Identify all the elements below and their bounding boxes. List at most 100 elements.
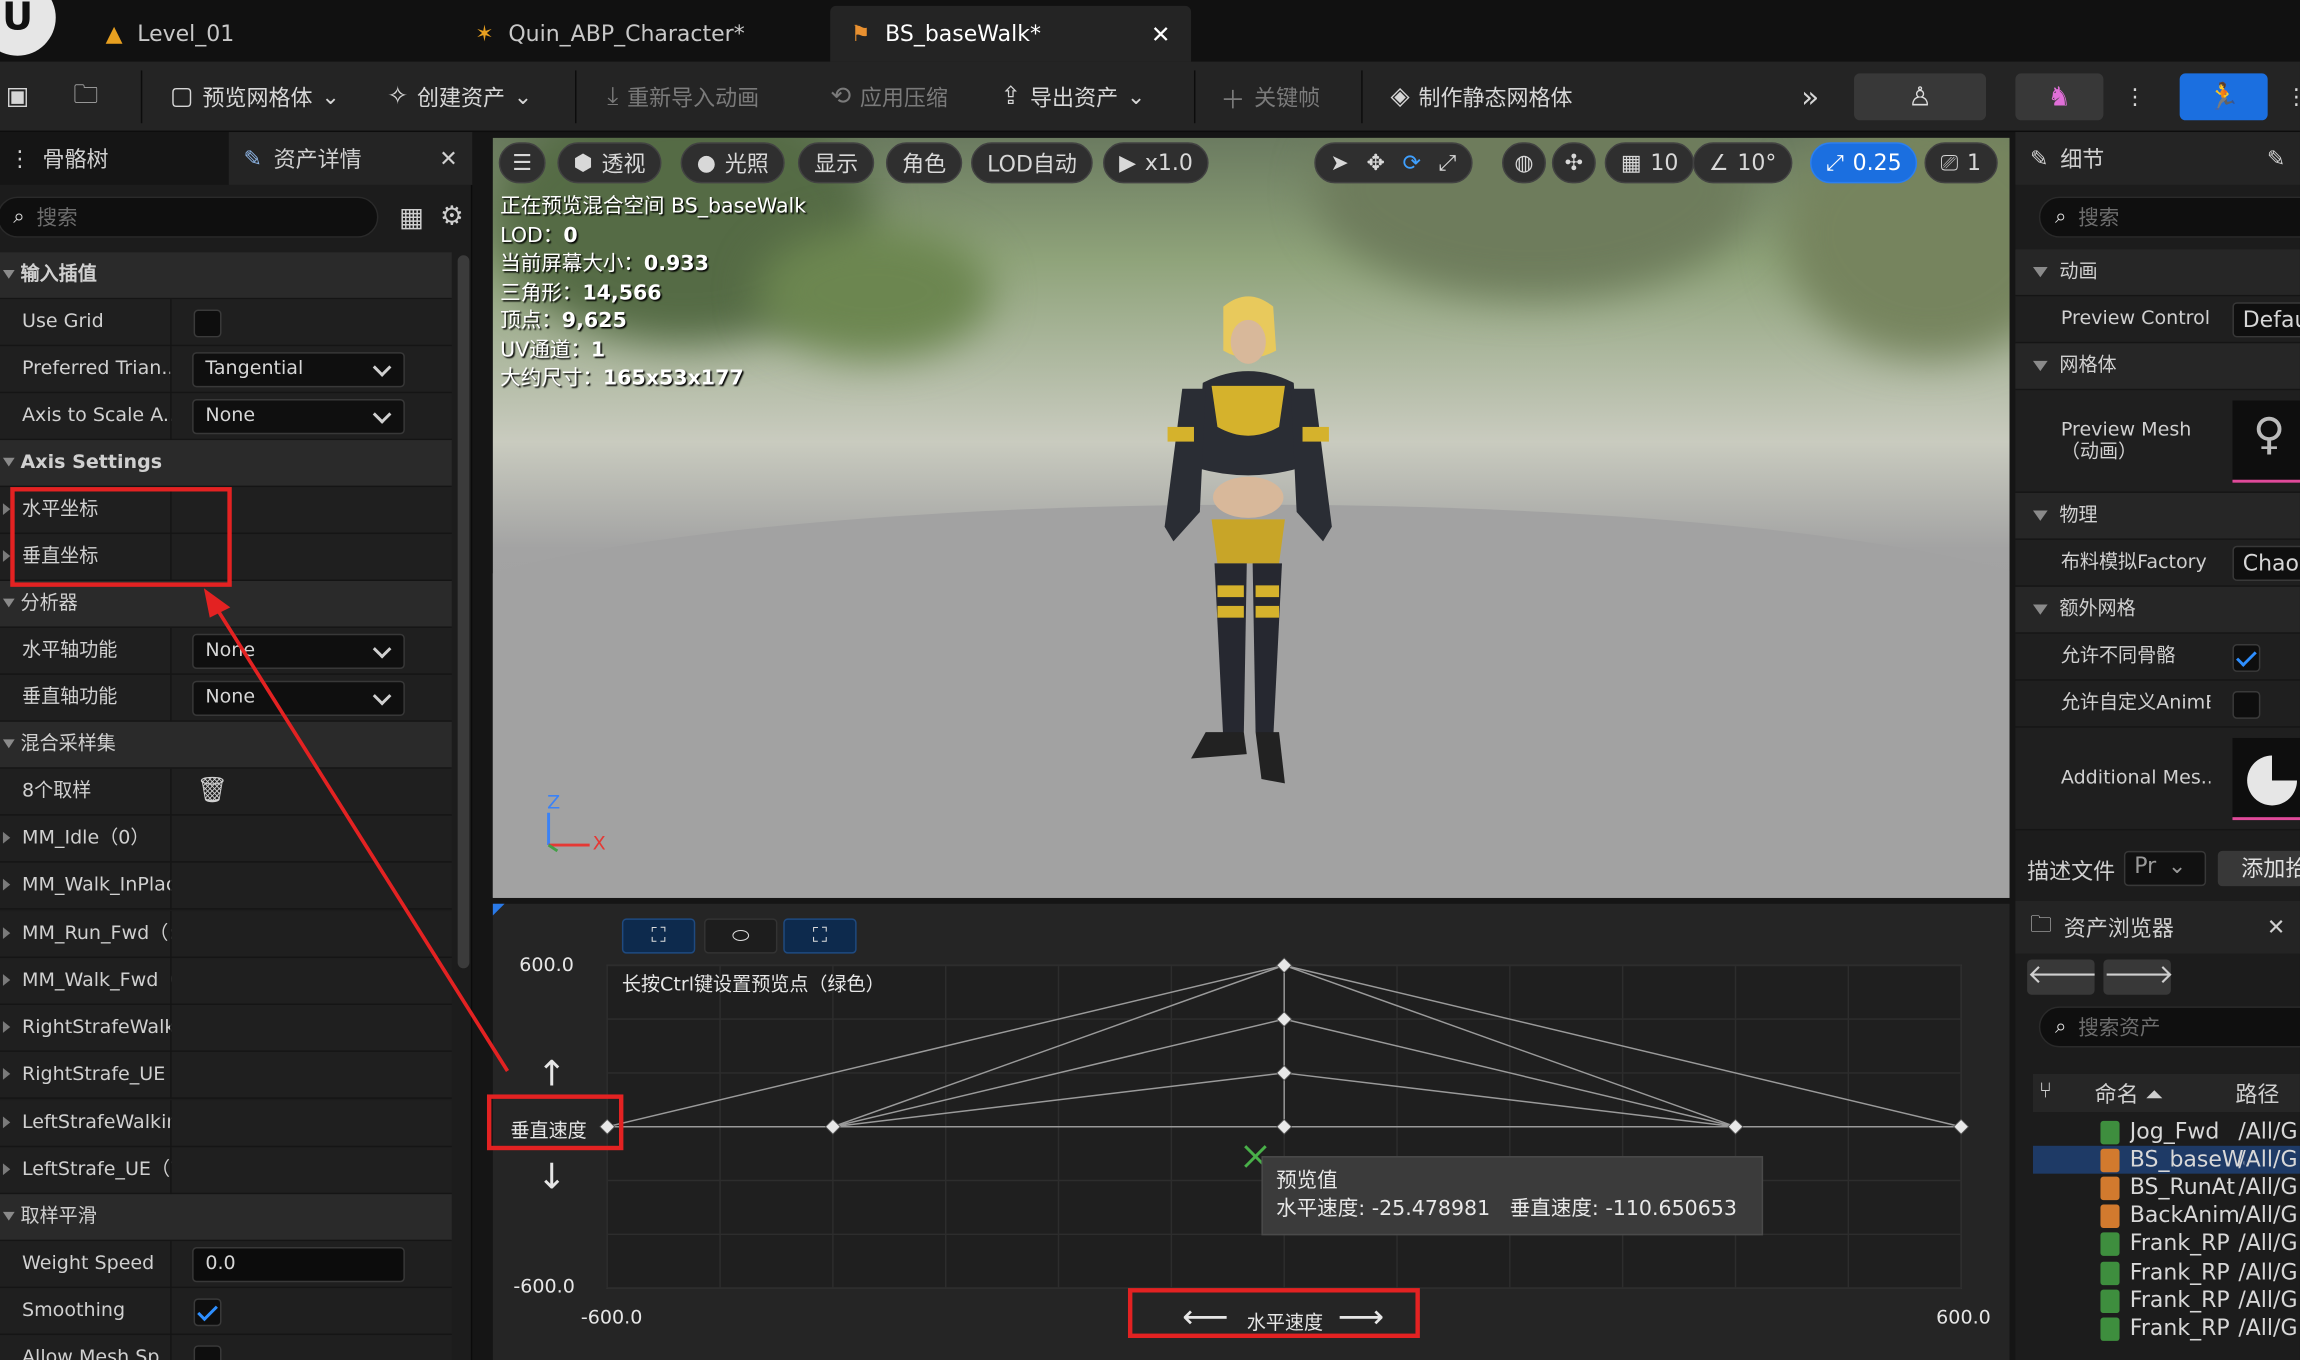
cloth-factory-dropdown[interactable]: Chaos <box>2232 545 2300 581</box>
asset-row[interactable]: Frank_RP/All/G <box>2033 1314 2300 1342</box>
select-cursor-icon[interactable]: ➤ <box>1330 150 1348 176</box>
rotation-snap-button[interactable]: ∠ 10° <box>1692 142 1793 184</box>
property-horizontal-axis[interactable]: 水平坐标 <box>0 487 452 535</box>
sample-row[interactable]: MM_Idle（0） <box>0 815 452 863</box>
asset-row[interactable]: Frank_RP/All/G <box>2033 1286 2300 1314</box>
path-column-header[interactable]: 路径 <box>2235 1078 2279 1109</box>
category-blend-samples[interactable]: 混合采样集 <box>0 721 452 769</box>
reimport-animation-button[interactable]: ⤓ 重新导入动画 <box>598 73 767 120</box>
close-tab-icon[interactable]: ✕ <box>1151 20 1171 48</box>
sample-row[interactable]: RightStrafeWalki <box>0 1004 452 1052</box>
make-static-mesh-button[interactable]: ◈ 制作静态网格体 <box>1382 73 1582 120</box>
source-control-icon[interactable]: ⑂ <box>2039 1077 2052 1103</box>
unreal-logo-icon[interactable]: U <box>0 0 56 56</box>
close-tab-icon[interactable]: ✕ <box>439 145 457 171</box>
save-button[interactable]: ▣ <box>0 73 38 120</box>
tab-details[interactable]: ✎ 细节 ✎ <box>2015 132 2300 185</box>
playback-speed-button[interactable]: ▶ x1.0 <box>1103 142 1210 184</box>
weight-speed-input[interactable]: 0.0 <box>192 1247 405 1283</box>
category-input-interpolation[interactable]: 输入插值 <box>0 252 452 300</box>
scale-icon[interactable]: ⤢ <box>1439 150 1457 176</box>
rotate-icon[interactable]: ⟳ <box>1402 150 1420 176</box>
preferred-triangulation-dropdown[interactable]: Tangential <box>192 352 405 388</box>
world-local-button[interactable]: ◍ <box>1502 142 1547 184</box>
category-analyzer[interactable]: 分析器 <box>0 580 452 628</box>
smoothing-checkbox[interactable] <box>193 1298 222 1327</box>
apply-compression-button[interactable]: ⟲ 应用压缩 <box>821 73 956 120</box>
grid-snap-button[interactable]: ▦ 10 <box>1604 142 1695 184</box>
forward-button[interactable]: 🡒 <box>2103 959 2174 995</box>
category-extra-mesh[interactable]: 额外网格 <box>2015 586 2300 634</box>
close-tab-icon[interactable]: ✕ <box>2267 914 2285 940</box>
mesh-mode-button[interactable]: ♞ <box>2015 73 2104 121</box>
asset-row[interactable]: BackAnim/All/G <box>2033 1202 2300 1230</box>
sample-row[interactable]: MM_Run_Fwd（: <box>0 910 452 958</box>
horizontal-axis-function-dropdown[interactable]: None <box>192 633 405 669</box>
details-search-input[interactable]: ⌕ 搜索 <box>0 196 379 238</box>
perspective-button[interactable]: ⬢ 透视 <box>557 142 662 184</box>
export-asset-button[interactable]: ⇪ 导出资产 ⌄ <box>992 73 1155 120</box>
category-sample-smoothing[interactable]: 取样平滑 <box>0 1194 452 1242</box>
tab-asset-browser[interactable]: 🗀 资产浏览器 ✕ <box>2015 900 2300 954</box>
profile-dropdown[interactable]: Pr ⌄ <box>2123 850 2207 887</box>
more-options-button[interactable]: ⋮ <box>2276 73 2300 120</box>
sample-row[interactable]: MM_Walk_Fwd（ <box>0 957 452 1005</box>
trash-icon[interactable]: 🗑 <box>197 776 229 805</box>
tab-animation-blueprint[interactable]: ✶ Quin_ABP_Character* <box>455 6 829 62</box>
axis-to-scale-dropdown[interactable]: None <box>192 399 405 435</box>
animation-mode-button[interactable]: 🏃 <box>2179 73 2268 121</box>
sample-row[interactable]: LeftStrafeWalkin <box>0 1099 452 1147</box>
more-tools-button[interactable]: » <box>1792 73 1828 120</box>
additional-mesh-thumbnail[interactable] <box>2232 737 2300 821</box>
category-axis-settings[interactable]: Axis Settings <box>0 440 452 488</box>
name-column-header[interactable]: 命名 ⏶ <box>2095 1078 2164 1109</box>
gear-icon[interactable]: ⚙ <box>440 201 464 232</box>
asset-row[interactable]: BS_RunAt/All/G <box>2033 1174 2300 1202</box>
scale-snap-button[interactable]: ⤢ 0.25 <box>1810 142 1918 184</box>
table-view-icon[interactable]: ▦ <box>399 202 424 233</box>
character-button[interactable]: 角色 <box>885 142 963 184</box>
lighting-button[interactable]: ● 光照 <box>680 142 785 184</box>
sample-row[interactable]: MM_Walk_InPlac <box>0 863 452 910</box>
asset-row[interactable]: Frank_RP/All/G <box>2033 1230 2300 1258</box>
lod-auto-button[interactable]: LOD自动 <box>971 142 1094 184</box>
create-asset-button[interactable]: ✧ 创建资产 ⌄ <box>378 73 541 120</box>
add-profile-button[interactable]: 添加拾 <box>2217 850 2300 887</box>
use-grid-checkbox[interactable] <box>193 309 222 338</box>
allow-custom-animbp-checkbox[interactable] <box>2232 691 2261 719</box>
preview-mesh-thumbnail[interactable]: ♀ <box>2232 400 2300 483</box>
tab-asset-details[interactable]: ✎ 资产详情 ✕ <box>228 132 473 185</box>
category-mesh[interactable]: 网格体 <box>2015 343 2300 391</box>
viewport-menu-button[interactable]: ☰ <box>498 142 546 184</box>
camera-speed-button[interactable]: ⎚ 1 <box>1924 142 1998 184</box>
asset-row[interactable]: BS_baseWalk/All/G <box>2032 1145 2300 1174</box>
details-scrollbar[interactable] <box>457 255 470 969</box>
property-vertical-axis[interactable]: 垂直坐标 <box>0 534 452 581</box>
preview-mesh-button[interactable]: ▢ 预览网格体 ⌄ <box>161 73 348 120</box>
category-animation[interactable]: 动画 <box>2015 249 2300 297</box>
tab-blendspace[interactable]: ⚑ BS_baseWalk* ✕ <box>830 5 1192 62</box>
surface-snap-button[interactable]: ✣ <box>1551 142 1596 184</box>
allow-mesh-checkbox[interactable] <box>193 1345 222 1360</box>
asset-search-input[interactable]: ⌕ 搜索资产 <box>2038 1006 2300 1048</box>
show-button[interactable]: 显示 <box>797 142 875 184</box>
details-search-input[interactable]: ⌕ 搜索 <box>2038 196 2300 238</box>
keyframe-button[interactable]: ＋ 关键帧 <box>1212 73 1329 120</box>
move-icon[interactable]: ✥ <box>1366 150 1384 176</box>
sample-row[interactable]: RightStrafe_UE（ <box>0 1052 452 1100</box>
skeleton-mode-button[interactable]: ♙ <box>1854 73 1987 121</box>
browse-button[interactable]: 🗀 <box>65 73 108 120</box>
asset-row[interactable]: Jog_Fwd/All/G <box>2033 1118 2300 1146</box>
mode-options-button[interactable]: ⋮ <box>2115 73 2155 120</box>
back-button[interactable]: 🡐 <box>2027 959 2098 995</box>
edit-icon[interactable]: ✎ <box>2267 145 2285 171</box>
vertical-axis-function-dropdown[interactable]: None <box>192 680 405 716</box>
sample-row[interactable]: LeftStrafe_UE（7 <box>0 1146 452 1194</box>
tab-skeleton-tree[interactable]: ⋮ 骨骼树 <box>0 132 214 185</box>
preview-controller-dropdown[interactable]: Default <box>2232 302 2300 338</box>
asset-row[interactable]: Frank_RP/All/G <box>2033 1258 2300 1286</box>
category-physics[interactable]: 物理 <box>2015 492 2300 540</box>
allow-different-skeletons-checkbox[interactable] <box>2232 644 2261 672</box>
tab-level[interactable]: ▲ Level_01 <box>85 6 452 62</box>
preview-viewport[interactable]: ☰ ⬢ 透视 ● 光照 显示 角色 LOD自动 ▶ x1.0 ➤ ✥ ⟳ ⤢ ◍ ✣ ▦ 10… <box>492 137 2010 898</box>
